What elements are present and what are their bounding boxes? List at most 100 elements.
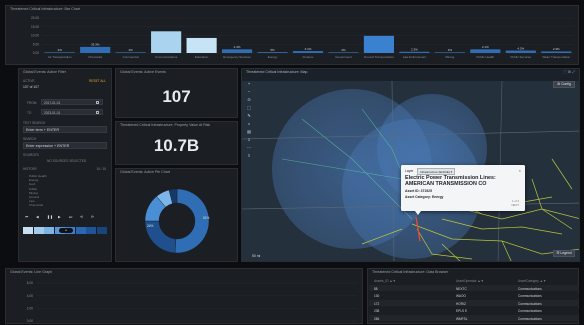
pie-label: 51% bbox=[203, 216, 210, 220]
bar[interactable] bbox=[470, 49, 501, 53]
table-row[interactable]: 130 WAOO Communications bbox=[369, 292, 579, 299]
bar[interactable] bbox=[363, 35, 395, 53]
bar-y-tick: 10.00 bbox=[31, 34, 39, 38]
bar-category-label: Chemicals bbox=[88, 55, 103, 59]
col-header-operator[interactable]: AssetOperator ▲▼ bbox=[456, 279, 484, 283]
bar-data-label: 4% bbox=[341, 48, 346, 52]
map-tool-icon[interactable]: + bbox=[246, 81, 252, 86]
playback-control-icon[interactable]: ⟲ bbox=[80, 215, 83, 219]
expression-search-input[interactable]: Enter expression + ENTER bbox=[23, 142, 107, 149]
playback-control-icon[interactable]: ⏮ bbox=[25, 215, 28, 219]
table-row[interactable]: 172 HORIZ Communications bbox=[369, 300, 579, 306]
map-header-icons[interactable]: ⬚ ⚙ ⤢ bbox=[564, 70, 576, 74]
map-tool-icon[interactable]: ⇩ bbox=[246, 137, 252, 142]
search-label: SEARCH bbox=[23, 137, 37, 141]
bar-data-label: 3.1% bbox=[305, 47, 312, 51]
bar-category-label: Education bbox=[195, 55, 209, 59]
bar[interactable] bbox=[151, 31, 182, 53]
bar-category-label: Public Services bbox=[511, 55, 532, 59]
active-filter-panel: Global Events: Active Filter ACTIVE RESE… bbox=[18, 68, 112, 262]
playback-control-icon[interactable]: ⏭ bbox=[69, 215, 72, 219]
map-tool-icon[interactable]: ≡ bbox=[246, 153, 252, 158]
popup-close-icon[interactable]: × bbox=[519, 168, 521, 173]
to-date-input[interactable]: 2023-01-01 bbox=[41, 109, 103, 115]
bar-data-label: 4% bbox=[448, 48, 453, 52]
popup-pager: 1 of 4 NEXT bbox=[512, 199, 519, 207]
line-y-tick: 0.00 bbox=[27, 319, 33, 323]
playback-control-icon[interactable]: ⟳ bbox=[91, 215, 94, 219]
bar[interactable] bbox=[292, 51, 324, 53]
bar[interactable] bbox=[505, 50, 536, 53]
data-browser-title: Threatened Critical Infrastructure: Data… bbox=[372, 270, 449, 274]
popup-category: Asset Category: Energy bbox=[405, 195, 444, 199]
table-cell: 284 bbox=[374, 316, 380, 321]
table-row[interactable]: 284 WMFSL Communications bbox=[369, 315, 579, 321]
history-swatch bbox=[96, 227, 107, 234]
property-value-value: 10.7B bbox=[153, 136, 200, 155]
map-tool-icon[interactable]: ⌂ bbox=[246, 121, 252, 126]
bar[interactable] bbox=[186, 37, 217, 53]
map-panel[interactable]: 50 mi Threatened Critical Infrastructure… bbox=[241, 68, 580, 262]
bar[interactable] bbox=[399, 51, 430, 53]
bar[interactable] bbox=[541, 51, 572, 53]
map-tool-icon[interactable]: − bbox=[246, 89, 252, 94]
pie-slice[interactable] bbox=[174, 188, 210, 254]
history-label: HISTORY bbox=[23, 167, 38, 171]
bar[interactable] bbox=[434, 52, 465, 53]
table-cell: Communications bbox=[518, 301, 542, 306]
table-cell: HORIZ bbox=[456, 301, 466, 306]
feature-popup: Layer Infrastructure (ENGIE) ▾ × Electri… bbox=[401, 165, 525, 215]
history-count: 15 / 15 bbox=[96, 167, 106, 171]
from-date-input[interactable]: 2017-01-01 bbox=[41, 99, 103, 105]
table-cell: 238 bbox=[374, 309, 380, 313]
history-swatch bbox=[33, 227, 44, 234]
table-cell: 172 bbox=[374, 301, 380, 306]
map-tool-icon[interactable]: ✎ bbox=[246, 113, 252, 118]
playback-control-icon[interactable]: ◀ bbox=[36, 215, 39, 219]
bar[interactable] bbox=[221, 49, 253, 53]
popup-next-button[interactable]: NEXT bbox=[512, 203, 519, 207]
history-swatch bbox=[23, 227, 33, 234]
history-swatch bbox=[86, 227, 96, 234]
status-value: 107 of 107 bbox=[23, 85, 40, 89]
bar[interactable] bbox=[80, 46, 111, 53]
bar-data-label: 2.1% bbox=[482, 45, 489, 49]
toggle-switch[interactable]: ● bbox=[59, 228, 73, 233]
bar[interactable] bbox=[115, 52, 146, 53]
map-tool-icon[interactable]: ⬚ bbox=[246, 105, 252, 110]
history-swatch bbox=[44, 227, 54, 234]
reset-all-button[interactable]: RESET ALL bbox=[89, 79, 106, 83]
bar-category-label: Ground Transportation bbox=[364, 55, 394, 59]
map-tool-icon[interactable]: ⊙ bbox=[246, 97, 252, 102]
calendar-icon[interactable] bbox=[96, 101, 99, 104]
table-cell: 130 bbox=[374, 294, 380, 298]
bar-data-label: 2.3% bbox=[411, 48, 418, 52]
bar-category-label: Government bbox=[335, 55, 352, 59]
config-button[interactable]: ⚙ Config bbox=[553, 81, 575, 88]
map-tool-icon[interactable]: ⋯ bbox=[246, 145, 252, 150]
bar-data-label: 5% bbox=[270, 48, 275, 52]
table-cell: NEXTC bbox=[456, 286, 467, 291]
popup-layer-label: Layer bbox=[405, 169, 414, 173]
bar-data-label: 2.4% bbox=[234, 45, 241, 49]
bar-y-tick: 5.00 bbox=[33, 42, 39, 46]
history-item[interactable]: Chemicals bbox=[29, 203, 43, 207]
legend-button[interactable]: ☰ Legend bbox=[553, 250, 575, 257]
bar-data-label: 4% bbox=[128, 48, 133, 52]
bar-y-tick: 15.00 bbox=[31, 25, 39, 29]
popup-layer-select[interactable]: Infrastructure (ENGIE) ▾ bbox=[417, 168, 456, 175]
line-y-tick: 6.00 bbox=[27, 281, 33, 285]
col-header-category[interactable]: AssetCategory ▲▼ bbox=[518, 279, 546, 283]
bar[interactable] bbox=[44, 52, 75, 53]
table-row[interactable]: 238 EPLS E Communications bbox=[369, 307, 579, 314]
col-header-asset-id[interactable]: Assets_ID ▲▼ bbox=[374, 279, 396, 283]
bar-category-label: Commercial bbox=[123, 55, 139, 59]
playback-control-icon[interactable]: ▶ bbox=[58, 215, 61, 219]
playback-control-icon[interactable]: ❚❚ bbox=[47, 215, 53, 219]
bar[interactable] bbox=[328, 52, 359, 53]
bar[interactable] bbox=[257, 52, 288, 53]
text-search-input[interactable]: Enter term + ENTER bbox=[23, 126, 107, 133]
table-row[interactable]: 88 NEXTC Communications bbox=[369, 285, 579, 291]
map-tool-icon[interactable]: ▤ bbox=[246, 129, 252, 134]
calendar-icon[interactable] bbox=[96, 111, 99, 114]
